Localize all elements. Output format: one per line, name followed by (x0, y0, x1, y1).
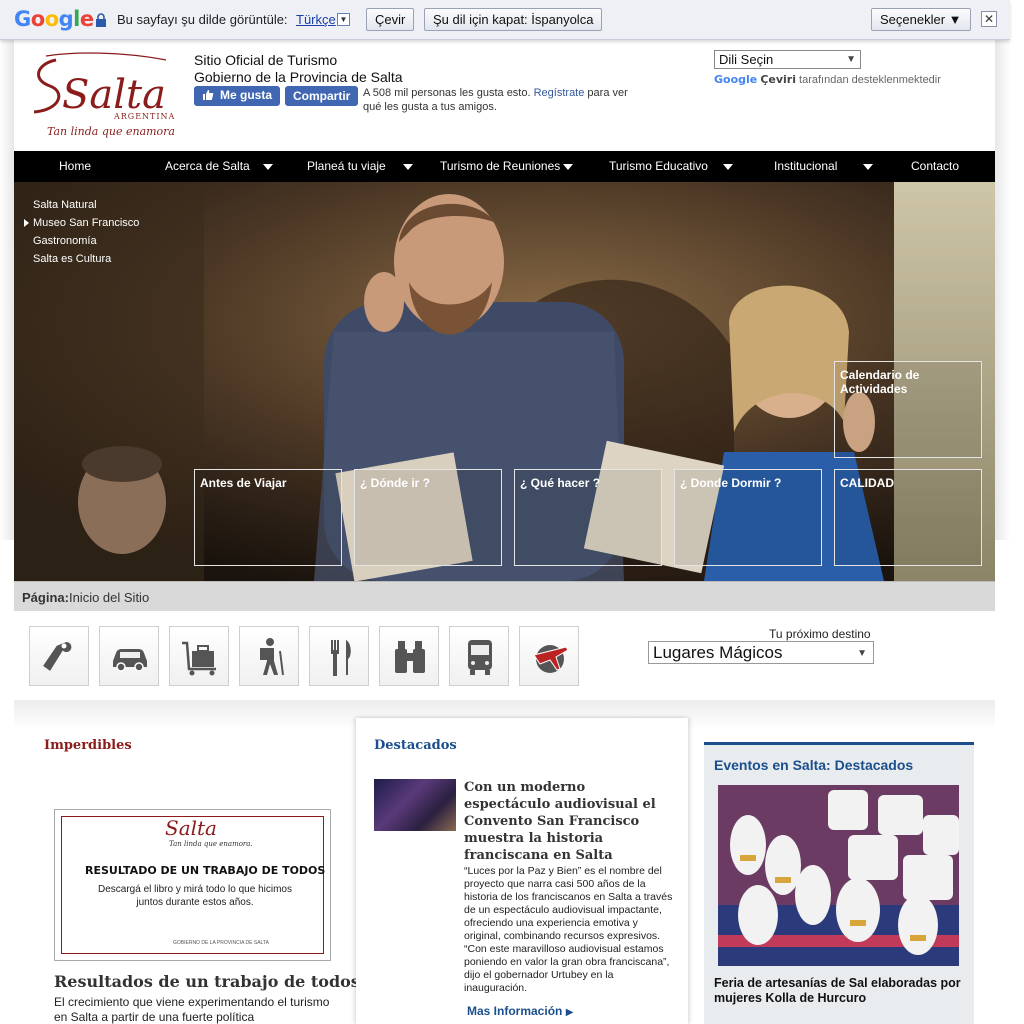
destination-select[interactable]: Lugares Mágicos ▼ (648, 641, 874, 664)
nav-reuniones-caret-icon[interactable] (563, 164, 573, 170)
thumbs-up-icon (203, 90, 214, 100)
powered-ceviri: Çeviri (760, 73, 796, 86)
card-tagline: Tan linda que enamora. (169, 840, 253, 848)
logo-tagline: Tan linda que enamora (47, 125, 175, 138)
language-select-value: Dili Seçin (719, 52, 774, 67)
left-shadow (0, 40, 14, 540)
door-hanger-icon (43, 642, 72, 671)
imperdibles-card[interactable]: Salta Tan linda que enamora. RESULTADO D… (54, 809, 331, 961)
tile-alojamiento[interactable] (29, 626, 89, 686)
destacados-title: Destacados (374, 738, 457, 753)
plane-globe-icon (533, 645, 569, 673)
news-body: “Luces por la Paz y Bien” es el nombre d… (464, 865, 673, 994)
imperdibles-title: Imperdibles (44, 738, 132, 753)
logo-country: ARGENTINA (114, 112, 176, 121)
language-dropdown-icon[interactable]: ▼ (337, 13, 350, 26)
tile-auto[interactable] (99, 626, 159, 686)
tile-transporte[interactable] (449, 626, 509, 686)
fb-register-link[interactable]: Regístrate (534, 87, 585, 99)
news-thumbnail[interactable] (374, 779, 456, 831)
bus-icon (468, 640, 492, 675)
nav-planea[interactable]: Planeá tu viaje (307, 151, 386, 182)
box-calidad[interactable]: CALIDAD (834, 469, 982, 566)
salt-crafts-photo (718, 785, 959, 966)
powered-rest: tarafından desteklenmektedir (799, 74, 941, 86)
nav-home[interactable]: Home (59, 151, 91, 182)
nav-educativo[interactable]: Turismo Educativo (609, 151, 708, 182)
eventos-caption[interactable]: Feria de artesanías de Sal elaboradas po… (714, 976, 969, 1006)
fork-knife-icon (331, 640, 351, 676)
hero-submenu: Salta Natural Museo San Francisco Gastro… (23, 198, 139, 270)
tile-equipaje[interactable] (169, 626, 229, 686)
destination-select-value: Lugares Mágicos (653, 643, 783, 662)
submenu-salta-cultura[interactable]: Salta es Cultura (33, 252, 139, 270)
submenu-gastronomia[interactable]: Gastronomía (33, 234, 139, 252)
translate-bar: Google Bu sayfayı şu dilde görüntüle: Tü… (0, 0, 1010, 40)
breadcrumb-text: Página:Inicio del Sitio (22, 590, 149, 605)
fb-like-button[interactable]: Me gusta (194, 86, 281, 106)
site-title-line1: Sitio Oficial de Turismo (194, 52, 338, 68)
card-footer: GOBIERNO DE LA PROVINCIA DE SALTA (173, 940, 269, 946)
destination-label: Tu próximo destino (769, 627, 871, 641)
language-select[interactable]: Dili Seçin ▼ (714, 50, 861, 69)
fb-count: A 508 mil personas les gusta esto. (363, 87, 531, 99)
imperdibles-text: El crecimiento que viene experimentando … (54, 995, 330, 1024)
box-donde-dormir[interactable]: ¿ Donde Dormir ? (674, 469, 822, 566)
news-headline[interactable]: Con un moderno espectáculo audiovisual e… (464, 779, 674, 864)
nav-institucional[interactable]: Institucional (774, 151, 837, 182)
card-logo: Salta (165, 816, 217, 840)
nav-educativo-caret-icon[interactable] (723, 164, 733, 170)
breadcrumb: Página:Inicio del Sitio (14, 581, 995, 611)
calendar-box[interactable]: Calendario de Actividades (834, 361, 982, 458)
lock-icon (96, 13, 106, 27)
binoculars-icon (395, 641, 425, 673)
car-icon (113, 649, 147, 672)
tile-vuelos[interactable] (519, 626, 579, 686)
nav-acerca[interactable]: Acerca de Salta (165, 151, 250, 182)
main-nav: Home Acerca de Salta Planeá tu viaje Tur… (14, 151, 995, 182)
fb-social-text: A 508 mil personas les gusta esto. Regís… (363, 86, 638, 114)
nav-planea-caret-icon[interactable] (403, 164, 413, 170)
chevron-down-icon: ▼ (846, 54, 856, 65)
fb-like-label: Me gusta (220, 88, 273, 102)
google-logo: Google (14, 7, 94, 31)
card-sub: Descargá el libro y mirá todo lo que hic… (98, 884, 292, 908)
eventos-image[interactable] (718, 785, 959, 966)
card-title: RESULTADO DE UN TRABAJO DE TODOS (85, 864, 326, 877)
tile-gastronomia[interactable] (309, 626, 369, 686)
box-donde-ir[interactable]: ¿ Dónde ir ? (354, 469, 502, 566)
breadcrumb-label: Página: (22, 590, 69, 605)
tile-excursiones[interactable] (379, 626, 439, 686)
more-info-label: Mas Información (467, 1004, 563, 1018)
powered-by-google: Google Çeviri tarafından desteklenmekted… (714, 73, 941, 86)
nav-acerca-caret-icon[interactable] (263, 164, 273, 170)
chevron-right-icon: ▶ (565, 1007, 574, 1018)
disable-translate-button[interactable]: Şu dil için kapat: İspanyolca (424, 8, 603, 31)
translate-button[interactable]: Çevir (366, 8, 415, 31)
luggage-icon (182, 641, 216, 676)
box-antes-de-viajar[interactable]: Antes de Viajar (194, 469, 342, 566)
nav-reuniones[interactable]: Turismo de Reuniones (440, 151, 560, 182)
site-title: Sitio Oficial de Turismo Gobierno de la … (194, 52, 403, 86)
options-button[interactable]: Seçenekler ▼ (871, 8, 971, 31)
translate-prompt: Bu sayfayı şu dilde görüntüle: (117, 12, 288, 27)
submenu-museo-san-francisco[interactable]: Museo San Francisco (23, 216, 139, 234)
site-title-line2: Gobierno de la Provincia de Salta (194, 69, 403, 85)
hiker-icon (260, 638, 284, 676)
nav-institucional-caret-icon[interactable] (863, 164, 873, 170)
tile-trekking[interactable] (239, 626, 299, 686)
close-icon[interactable]: ✕ (981, 11, 997, 27)
right-shadow (995, 40, 1010, 540)
nav-contacto[interactable]: Contacto (911, 151, 959, 182)
submenu-salta-natural[interactable]: Salta Natural (33, 198, 139, 216)
box-que-hacer[interactable]: ¿ Qué hacer ? (514, 469, 662, 566)
chevron-down-icon: ▼ (857, 648, 867, 659)
eventos-title: Eventos en Salta: Destacados (714, 757, 914, 773)
imperdibles-heading[interactable]: Resultados de un trabajo de todos (54, 972, 360, 991)
powered-google-logo: Google (714, 73, 758, 86)
translate-language-link[interactable]: Türkçe (296, 12, 336, 27)
breadcrumb-value: Inicio del Sitio (68, 590, 150, 605)
fb-share-button[interactable]: Compartir (285, 86, 359, 106)
more-info-link[interactable]: Mas Información ▶ (467, 1004, 573, 1018)
